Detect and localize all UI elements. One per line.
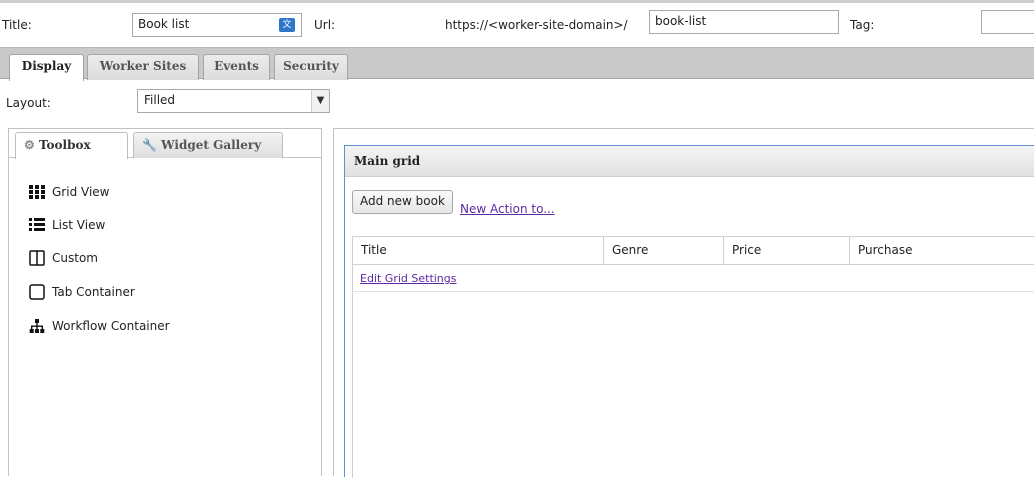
grid-icon <box>29 184 45 200</box>
translate-icon[interactable]: 文 <box>279 18 295 32</box>
grid-body <box>352 292 353 478</box>
chevron-down-icon: ▼ <box>311 90 329 112</box>
title-label: Title: <box>2 18 32 32</box>
columns-icon <box>29 250 45 266</box>
toolbox-panel: ⚙ Toolbox 🔧 Widget Gallery Grid View Lis… <box>8 128 322 476</box>
title-input[interactable]: Book list <box>132 13 302 37</box>
canvas-panel: Main grid Add new book New Action to... … <box>333 128 1034 478</box>
new-action-link[interactable]: New Action to... <box>460 202 555 216</box>
tab-display[interactable]: Display <box>9 54 84 81</box>
url-label: Url: <box>314 18 336 32</box>
list-icon <box>29 217 45 233</box>
edit-grid-settings-link[interactable]: Edit Grid Settings <box>360 272 457 285</box>
table-row: Edit Grid Settings <box>352 265 1034 292</box>
square-icon <box>29 284 45 300</box>
tab-events[interactable]: Events <box>203 54 270 80</box>
toolbox-item-grid-view[interactable]: Grid View <box>29 181 109 203</box>
wrench-icon: 🔧 <box>142 138 157 152</box>
column-price[interactable]: Price <box>724 237 850 264</box>
toolbox-tabs: ⚙ Toolbox 🔧 Widget Gallery <box>9 129 321 159</box>
main-grid-widget[interactable]: Main grid Add new book New Action to... … <box>344 145 1034 478</box>
column-title[interactable]: Title <box>353 237 604 264</box>
toolbox-item-tab-container[interactable]: Tab Container <box>29 281 135 303</box>
tab-widget-gallery[interactable]: 🔧 Widget Gallery <box>133 132 283 158</box>
layout-label: Layout: <box>6 96 51 110</box>
tag-label: Tag: <box>850 18 875 32</box>
add-new-book-button[interactable]: Add new book <box>352 190 453 214</box>
column-genre[interactable]: Genre <box>604 237 724 264</box>
toolbox-item-custom[interactable]: Custom <box>29 247 98 269</box>
tab-toolbox[interactable]: ⚙ Toolbox <box>15 132 128 159</box>
tab-worker-sites[interactable]: Worker Sites <box>87 54 199 80</box>
url-prefix: https://<worker-site-domain>/ <box>445 18 628 32</box>
tab-bar: Display Worker Sites Events Security <box>0 47 1034 81</box>
grid-header-row: Title Genre Price Purchase <box>352 236 1034 265</box>
sitemap-icon <box>29 318 45 334</box>
main-grid-title: Main grid <box>345 146 1034 177</box>
layout-select[interactable]: Filled ▼ <box>137 89 330 113</box>
toolbox-item-workflow-container[interactable]: Workflow Container <box>29 315 170 337</box>
url-input[interactable]: book-list <box>649 10 839 34</box>
toolbox-item-list-view[interactable]: List View <box>29 214 105 236</box>
tag-input[interactable] <box>981 10 1034 34</box>
gear-icon: ⚙ <box>24 138 35 152</box>
tab-security[interactable]: Security <box>274 54 348 80</box>
column-purchase[interactable]: Purchase <box>850 237 1034 264</box>
top-border <box>0 0 1034 3</box>
